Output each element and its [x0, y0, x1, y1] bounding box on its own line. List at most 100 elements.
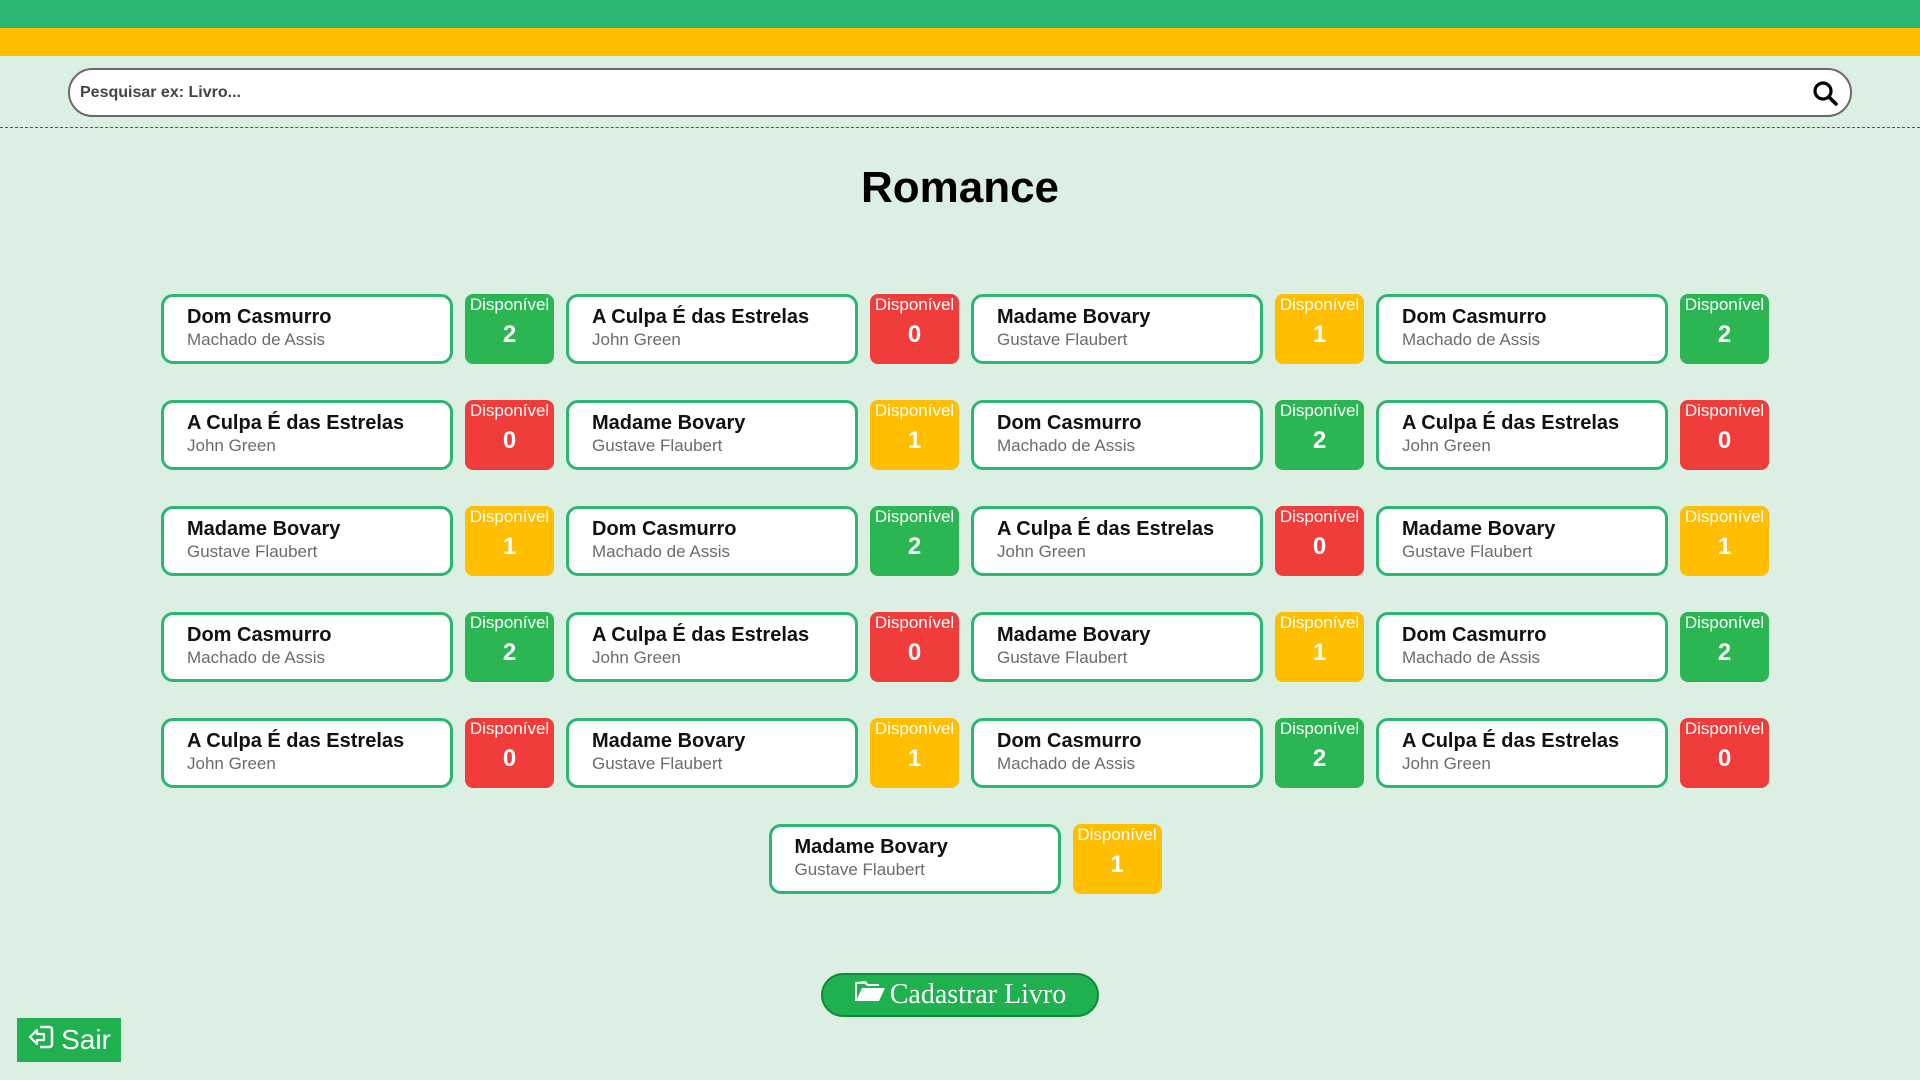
- book-title: A Culpa É das Estrelas: [997, 518, 1215, 540]
- book-card[interactable]: Dom Casmurro Machado de Assis: [566, 506, 858, 576]
- book-card[interactable]: A Culpa É das Estrelas John Green: [971, 506, 1263, 576]
- book-author: Machado de Assis: [187, 648, 325, 667]
- book-author: John Green: [1402, 754, 1491, 773]
- availability-count: 0: [1717, 427, 1732, 454]
- availability-badge: Disponível 0: [870, 612, 959, 682]
- availability-count: 2: [1312, 745, 1327, 772]
- availability-count: 0: [502, 427, 517, 454]
- book-title: A Culpa É das Estrelas: [592, 624, 810, 646]
- book-card[interactable]: Madame Bovary Gustave Flaubert: [566, 400, 858, 470]
- book-item: Madame Bovary Gustave Flaubert Disponível 1: [971, 612, 1364, 682]
- cadastrar-livro-button[interactable]: Cadastrar Livro: [821, 973, 1099, 1017]
- book-card[interactable]: Madame Bovary Gustave Flaubert: [1376, 506, 1668, 576]
- book-card[interactable]: Dom Casmurro Machado de Assis: [971, 400, 1263, 470]
- book-item: Dom Casmurro Machado de Assis Disponível 2: [161, 612, 554, 682]
- availability-label: Disponível: [1684, 507, 1765, 526]
- book-card[interactable]: Madame Bovary Gustave Flaubert: [566, 718, 858, 788]
- sair-button[interactable]: Sair: [17, 1018, 121, 1062]
- book-card[interactable]: Madame Bovary Gustave Flaubert: [971, 294, 1263, 364]
- availability-label: Disponível: [874, 507, 955, 526]
- book-item: A Culpa É das Estrelas John Green Disponív…: [161, 400, 554, 470]
- book-author: Gustave Flaubert: [997, 330, 1128, 349]
- book-item: Dom Casmurro Machado de Assis Disponível 2: [1376, 294, 1769, 364]
- book-card[interactable]: Dom Casmurro Machado de Assis: [971, 718, 1263, 788]
- availability-label: Disponível: [874, 295, 955, 314]
- availability-count: 0: [1717, 745, 1732, 772]
- book-title: Dom Casmurro: [592, 518, 737, 540]
- book-card[interactable]: Dom Casmurro Machado de Assis: [1376, 612, 1668, 682]
- book-item: Dom Casmurro Machado de Assis Disponível 2: [971, 718, 1364, 788]
- book-author: John Green: [187, 436, 276, 455]
- book-title: Madame Bovary: [187, 518, 341, 540]
- book-author: Machado de Assis: [592, 542, 730, 561]
- search-bar: [68, 68, 1852, 117]
- availability-count: 0: [907, 639, 922, 666]
- availability-count: 1: [1717, 533, 1732, 560]
- availability-count: 0: [1312, 533, 1327, 560]
- availability-badge: Disponível 0: [465, 400, 554, 470]
- availability-label: Disponível: [1684, 295, 1765, 314]
- availability-badge: Disponível 2: [870, 506, 959, 576]
- book-card[interactable]: Dom Casmurro Machado de Assis: [161, 294, 453, 364]
- availability-badge: Disponível 1: [1275, 612, 1364, 682]
- book-card[interactable]: A Culpa É das Estrelas John Green: [161, 400, 453, 470]
- book-card[interactable]: A Culpa É das Estrelas John Green: [566, 294, 858, 364]
- header-green-bar: [0, 0, 1920, 28]
- book-item: A Culpa É das Estrelas John Green Disponív…: [566, 294, 959, 364]
- availability-label: Disponível: [874, 613, 955, 632]
- availability-label: Disponível: [1279, 507, 1360, 526]
- availability-label: Disponível: [874, 401, 955, 420]
- availability-count: 1: [1312, 639, 1327, 666]
- availability-badge: Disponível 1: [870, 400, 959, 470]
- book-card[interactable]: A Culpa É das Estrelas John Green: [161, 718, 453, 788]
- search-icon[interactable]: [1810, 78, 1840, 108]
- availability-count: 2: [502, 639, 517, 666]
- book-title: Madame Bovary: [592, 412, 746, 434]
- availability-label: Disponível: [1684, 401, 1765, 420]
- availability-badge: Disponível 2: [465, 612, 554, 682]
- divider: [0, 127, 1920, 128]
- book-title: Madame Bovary: [997, 306, 1151, 328]
- availability-label: Disponível: [469, 719, 550, 738]
- book-card[interactable]: A Culpa É das Estrelas John Green: [1376, 718, 1668, 788]
- availability-label: Disponível: [469, 613, 550, 632]
- availability-count: 0: [502, 745, 517, 772]
- page-title: Romance: [860, 163, 1060, 212]
- book-title: Madame Bovary: [1402, 518, 1556, 540]
- search-input[interactable]: [80, 70, 1780, 115]
- book-author: John Green: [997, 542, 1086, 561]
- availability-badge: Disponível 0: [1680, 400, 1769, 470]
- availability-badge: Disponível 0: [465, 718, 554, 788]
- availability-badge: Disponível 2: [1680, 612, 1769, 682]
- header-yellow-bar: [0, 28, 1920, 56]
- book-title: Dom Casmurro: [187, 306, 332, 328]
- book-item: Madame Bovary Gustave Flaubert Disponível 1: [1376, 506, 1769, 576]
- book-author: Machado de Assis: [997, 436, 1135, 455]
- availability-label: Disponível: [1279, 719, 1360, 738]
- availability-badge: Disponível 0: [870, 294, 959, 364]
- book-card[interactable]: A Culpa É das Estrelas John Green: [566, 612, 858, 682]
- availability-count: 1: [502, 533, 517, 560]
- availability-label: Disponível: [1279, 401, 1360, 420]
- book-card[interactable]: Madame Bovary Gustave Flaubert: [161, 506, 453, 576]
- availability-badge: Disponível 2: [1680, 294, 1769, 364]
- availability-count: 0: [907, 321, 922, 348]
- book-author: Gustave Flaubert: [592, 754, 723, 773]
- book-item: Madame Bovary Gustave Flaubert Disponível 1: [971, 294, 1364, 364]
- book-item: A Culpa É das Estrelas John Green Disponív…: [1376, 718, 1769, 788]
- book-card[interactable]: Dom Casmurro Machado de Assis: [161, 612, 453, 682]
- book-title: Dom Casmurro: [997, 412, 1142, 434]
- cadastrar-livro-label: Cadastrar Livro: [889, 979, 1067, 1010]
- book-card[interactable]: Dom Casmurro Machado de Assis: [1376, 294, 1668, 364]
- book-title: Dom Casmurro: [997, 730, 1142, 752]
- book-card[interactable]: Madame Bovary Gustave Flaubert: [768, 824, 1061, 894]
- book-card[interactable]: A Culpa É das Estrelas John Green: [1376, 400, 1668, 470]
- book-title: Madame Bovary: [997, 624, 1151, 646]
- book-card[interactable]: Madame Bovary Gustave Flaubert: [971, 612, 1263, 682]
- book-title: A Culpa É das Estrelas: [1402, 730, 1620, 752]
- book-title: A Culpa É das Estrelas: [592, 306, 810, 328]
- availability-badge: Disponível 2: [1275, 400, 1364, 470]
- book-item: Dom Casmurro Machado de Assis Disponível 2: [971, 400, 1364, 470]
- book-author: Machado de Assis: [997, 754, 1135, 773]
- availability-label: Disponível: [1279, 295, 1360, 314]
